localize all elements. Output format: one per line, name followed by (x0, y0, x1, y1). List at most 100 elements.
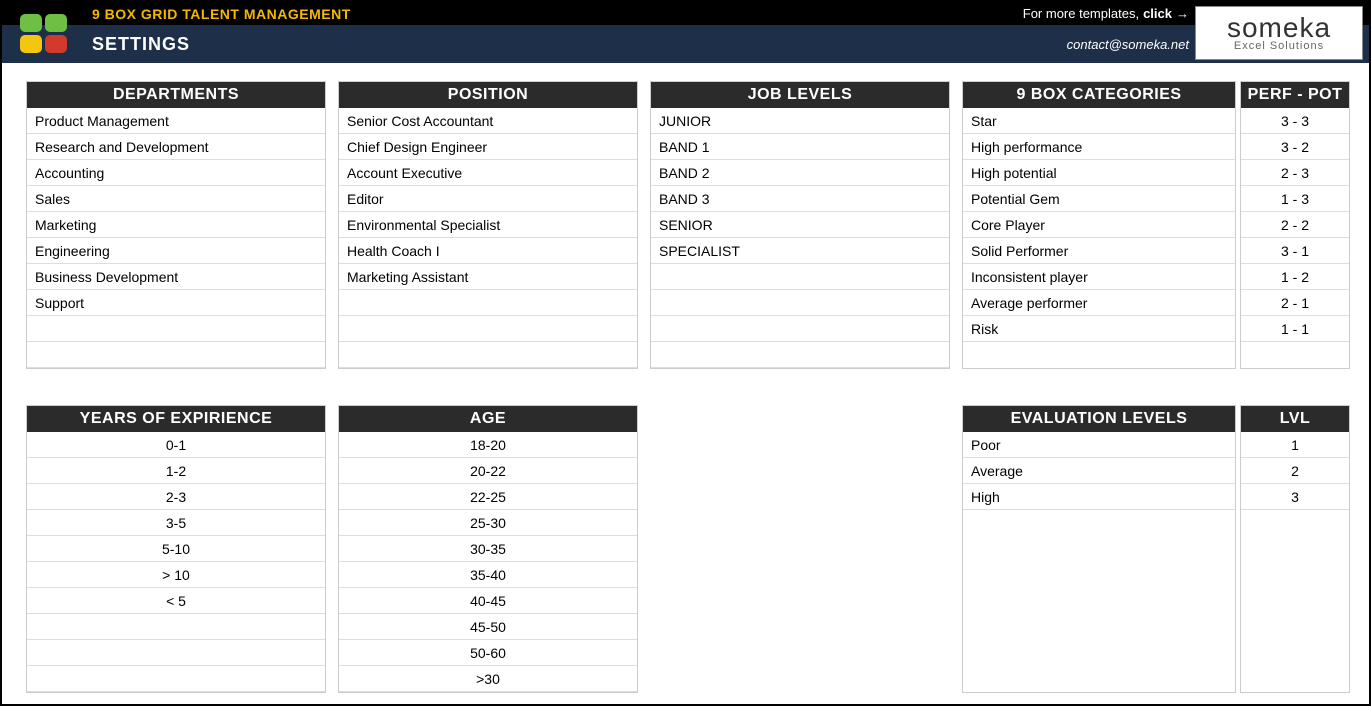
app-icon (20, 14, 67, 53)
age-header: AGE (339, 406, 637, 432)
list-item[interactable]: Accounting (27, 160, 325, 186)
evaluation-header: EVALUATION LEVELS (963, 406, 1235, 432)
list-item[interactable]: 20-22 (339, 458, 637, 484)
list-item[interactable]: 30-35 (339, 536, 637, 562)
list-item[interactable]: SPECIALIST (651, 238, 949, 264)
settings-content: DEPARTMENTS Product ManagementResearch a… (2, 63, 1369, 711)
list-item[interactable] (651, 290, 949, 316)
list-item[interactable]: SENIOR (651, 212, 949, 238)
list-item[interactable]: 2 - 3 (1241, 160, 1349, 186)
list-item[interactable]: Poor (963, 432, 1235, 458)
list-item[interactable]: Sales (27, 186, 325, 212)
icon-green (20, 14, 42, 32)
list-item[interactable]: BAND 3 (651, 186, 949, 212)
list-item[interactable]: 1 - 1 (1241, 316, 1349, 342)
list-item[interactable]: 3-5 (27, 510, 325, 536)
age-body: 18-2020-2222-2525-3030-3535-4040-4545-50… (339, 432, 637, 692)
list-item[interactable]: 2-3 (27, 484, 325, 510)
list-item[interactable]: BAND 1 (651, 134, 949, 160)
list-item[interactable]: Engineering (27, 238, 325, 264)
list-item[interactable]: 1 - 3 (1241, 186, 1349, 212)
list-item[interactable]: Potential Gem (963, 186, 1235, 212)
categories-split: 9 BOX CATEGORIES StarHigh performanceHig… (962, 81, 1350, 369)
list-item[interactable]: High potential (963, 160, 1235, 186)
list-item[interactable]: Editor (339, 186, 637, 212)
perfpot-header: PERF - POT (1241, 82, 1349, 108)
more-templates-link[interactable]: For more templates, click → (1023, 6, 1189, 21)
list-item[interactable]: Average (963, 458, 1235, 484)
list-item[interactable]: Health Coach I (339, 238, 637, 264)
list-item[interactable]: Core Player (963, 212, 1235, 238)
list-item[interactable]: Average performer (963, 290, 1235, 316)
list-item[interactable] (27, 640, 325, 666)
icon-green-2 (45, 14, 67, 32)
list-item[interactable]: 18-20 (339, 432, 637, 458)
list-item[interactable]: 2 - 2 (1241, 212, 1349, 238)
age-table: AGE 18-2020-2222-2525-3030-3535-4040-454… (338, 405, 638, 693)
list-item[interactable] (339, 342, 637, 368)
categories-table: 9 BOX CATEGORIES StarHigh performanceHig… (962, 81, 1236, 369)
list-item[interactable]: > 10 (27, 562, 325, 588)
list-item[interactable]: >30 (339, 666, 637, 692)
list-item[interactable]: Risk (963, 316, 1235, 342)
list-item[interactable]: High (963, 484, 1235, 510)
page-subtitle: SETTINGS (92, 34, 190, 55)
list-item[interactable] (27, 666, 325, 692)
list-item[interactable]: 22-25 (339, 484, 637, 510)
list-item[interactable]: 45-50 (339, 614, 637, 640)
list-item[interactable]: Business Development (27, 264, 325, 290)
list-item[interactable] (27, 614, 325, 640)
contact-email[interactable]: contact@someka.net (1067, 37, 1189, 52)
list-item[interactable]: Support (27, 290, 325, 316)
list-item[interactable]: Environmental Specialist (339, 212, 637, 238)
list-item[interactable]: 1 - 2 (1241, 264, 1349, 290)
list-item[interactable]: 0-1 (27, 432, 325, 458)
list-item[interactable] (339, 316, 637, 342)
list-item[interactable]: 3 - 2 (1241, 134, 1349, 160)
icon-yellow (20, 35, 42, 53)
lvl-table: LVL 123 (1240, 405, 1350, 693)
list-item[interactable]: 3 - 1 (1241, 238, 1349, 264)
list-item[interactable]: 5-10 (27, 536, 325, 562)
list-item[interactable]: 1 (1241, 432, 1349, 458)
lvl-body: 123 (1241, 432, 1349, 510)
list-item[interactable] (651, 316, 949, 342)
list-item[interactable]: High performance (963, 134, 1235, 160)
list-item[interactable]: BAND 2 (651, 160, 949, 186)
list-item[interactable] (651, 342, 949, 368)
brand-logo[interactable]: someka Excel Solutions (1195, 6, 1363, 60)
list-item[interactable] (651, 264, 949, 290)
lvl-header: LVL (1241, 406, 1349, 432)
list-item[interactable]: 50-60 (339, 640, 637, 666)
joblevels-header: JOB LEVELS (651, 82, 949, 108)
list-item[interactable] (27, 342, 325, 368)
list-item[interactable]: < 5 (27, 588, 325, 614)
list-item[interactable]: 2 (1241, 458, 1349, 484)
more-templates-prefix: For more templates, (1023, 6, 1139, 21)
list-item[interactable]: Chief Design Engineer (339, 134, 637, 160)
list-item[interactable]: Product Management (27, 108, 325, 134)
list-item[interactable]: Star (963, 108, 1235, 134)
list-item[interactable]: Senior Cost Accountant (339, 108, 637, 134)
list-item[interactable]: 2 - 1 (1241, 290, 1349, 316)
list-item[interactable] (339, 290, 637, 316)
list-item[interactable]: 1-2 (27, 458, 325, 484)
list-item[interactable]: 35-40 (339, 562, 637, 588)
logo-sub-text: Excel Solutions (1234, 41, 1324, 52)
list-item[interactable]: Research and Development (27, 134, 325, 160)
list-item[interactable]: 3 (1241, 484, 1349, 510)
departments-body: Product ManagementResearch and Developme… (27, 108, 325, 368)
list-item[interactable]: 40-45 (339, 588, 637, 614)
list-item[interactable] (27, 316, 325, 342)
list-item[interactable]: Solid Performer (963, 238, 1235, 264)
joblevels-body: JUNIORBAND 1BAND 2BAND 3SENIORSPECIALIST (651, 108, 949, 368)
list-item[interactable]: Account Executive (339, 160, 637, 186)
categories-body: StarHigh performanceHigh potentialPotent… (963, 108, 1235, 342)
list-item[interactable]: Inconsistent player (963, 264, 1235, 290)
list-item[interactable]: 25-30 (339, 510, 637, 536)
list-item[interactable]: Marketing (27, 212, 325, 238)
list-item[interactable]: JUNIOR (651, 108, 949, 134)
categories-header: 9 BOX CATEGORIES (963, 82, 1235, 108)
list-item[interactable]: 3 - 3 (1241, 108, 1349, 134)
list-item[interactable]: Marketing Assistant (339, 264, 637, 290)
